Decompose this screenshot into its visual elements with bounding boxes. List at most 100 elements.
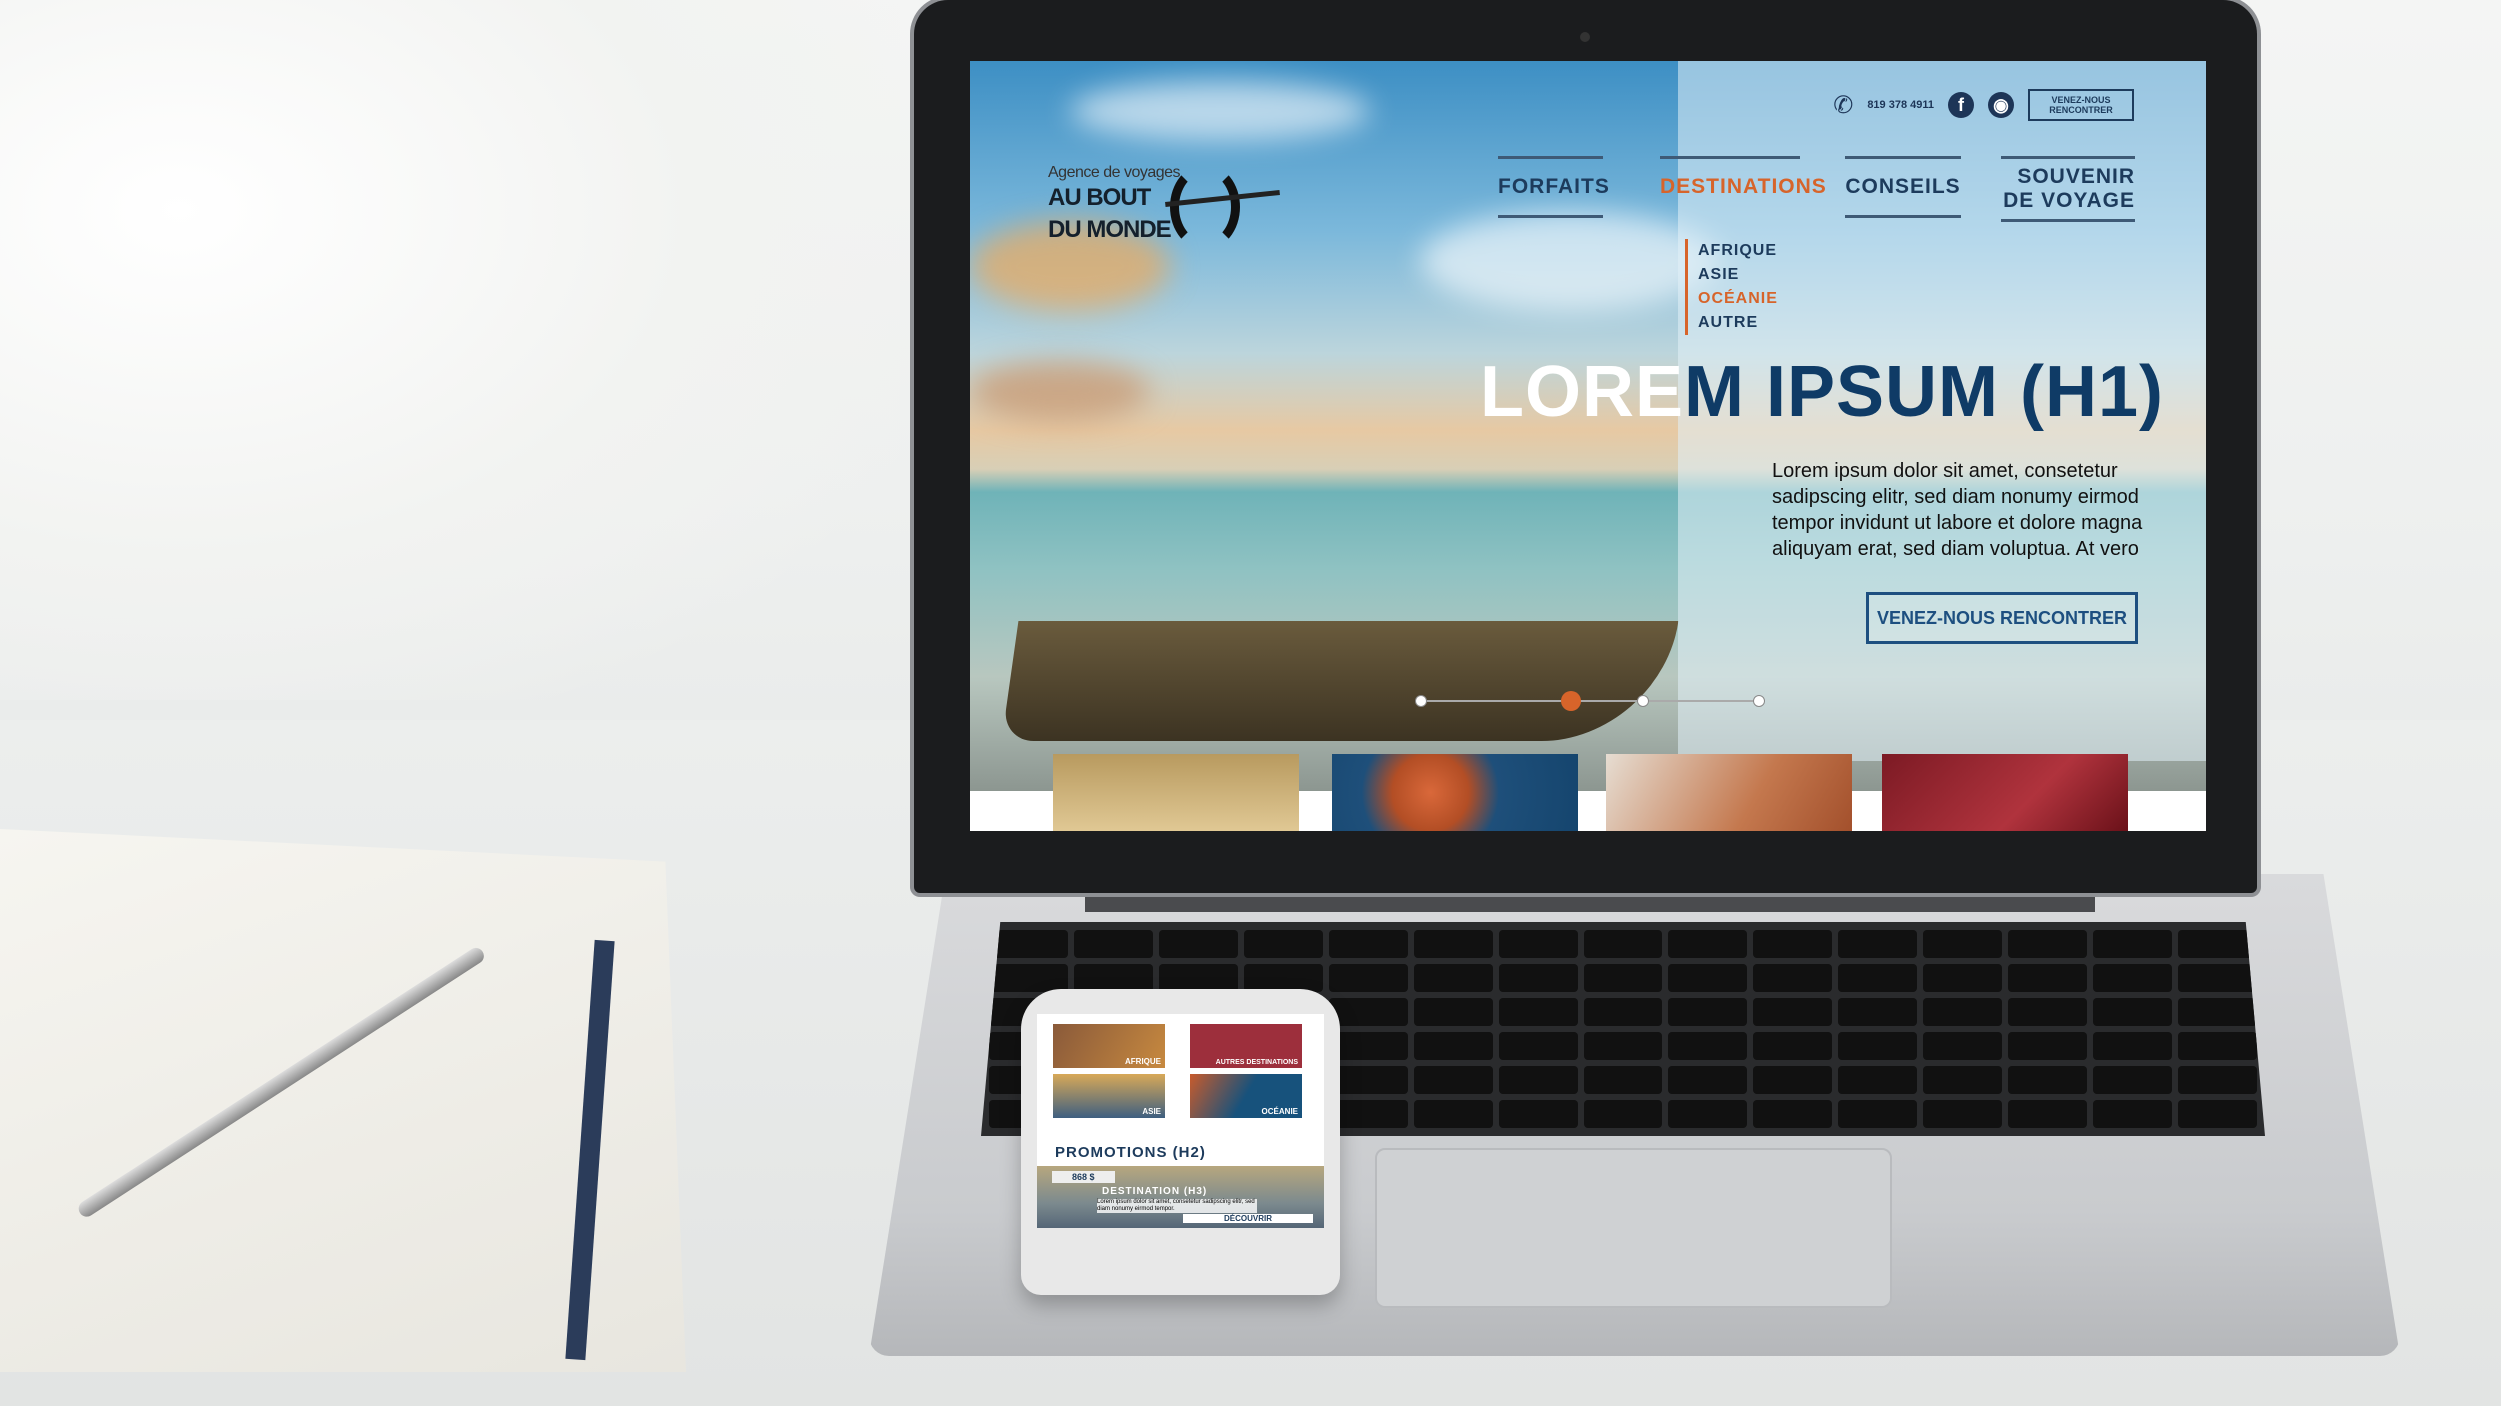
key — [2008, 998, 2088, 1026]
key — [1413, 930, 1493, 958]
dropdown-item-oceanie[interactable]: OCÉANIE — [1698, 287, 1778, 311]
key — [1583, 1100, 1663, 1128]
destinations-dropdown: AFRIQUE ASIE OCÉANIE AUTRE — [1685, 239, 1778, 335]
slider-dot[interactable] — [1637, 695, 1649, 707]
key — [1583, 1066, 1663, 1094]
key — [1668, 1032, 1748, 1060]
key — [1158, 964, 1238, 992]
slider-dot[interactable] — [1415, 695, 1427, 707]
key — [1073, 964, 1153, 992]
key — [2093, 964, 2173, 992]
slider-dot[interactable] — [1753, 695, 1765, 707]
key — [1413, 1032, 1493, 1060]
mobile-tile-oceanie[interactable]: OCÉANIE — [1190, 1074, 1302, 1118]
hero-title-dark: M IPSUM (H1) — [1684, 352, 2165, 432]
dropdown-item-afrique[interactable]: AFRIQUE — [1698, 239, 1778, 263]
key — [2093, 1032, 2173, 1060]
key — [1668, 998, 1748, 1026]
key — [1668, 964, 1748, 992]
key — [2178, 1066, 2257, 1094]
hero-paragraph: Lorem ipsum dolor sit amet, consetetur s… — [1772, 460, 2143, 560]
cloud — [970, 361, 1150, 421]
hero-title-light: LORE — [1480, 352, 1685, 432]
nav-souvenir-de-voyage[interactable]: SOUVENIR DE VOYAGE — [2001, 156, 2135, 222]
promotion-card: 868 $ DESTINATION (H3) Lorem ipsum dolor… — [1037, 1166, 1324, 1228]
key — [1583, 964, 1663, 992]
mobile-tile-afrique[interactable]: AFRIQUE — [1053, 1024, 1165, 1068]
key — [1498, 964, 1578, 992]
phone-number[interactable]: 819 378 4911 — [1867, 99, 1934, 111]
key — [1668, 930, 1748, 958]
key — [1243, 964, 1323, 992]
key — [1498, 1032, 1578, 1060]
boat-image — [1001, 621, 1679, 741]
key — [1498, 930, 1578, 958]
thumbnail-afrique[interactable] — [1606, 754, 1852, 831]
key — [2178, 964, 2257, 992]
key — [1838, 930, 1918, 958]
mobile-screen: AFRIQUE AUTRES DESTINATIONS ASIE OCÉANIE… — [1037, 1014, 1324, 1228]
nav-forfaits[interactable]: FORFAITS — [1498, 156, 1609, 218]
key — [1838, 1066, 1918, 1094]
key — [2178, 998, 2257, 1026]
discover-button[interactable]: DÉCOUVRIR — [1183, 1214, 1313, 1223]
key — [1243, 930, 1323, 958]
key — [1413, 964, 1493, 992]
promotions-heading: PROMOTIONS (H2) — [1055, 1144, 1206, 1161]
cloud — [1070, 81, 1370, 141]
key — [1328, 1100, 1408, 1128]
camera — [1580, 32, 1590, 42]
key — [2178, 1100, 2257, 1128]
thumbnail-autre[interactable] — [1882, 754, 2128, 831]
key — [1583, 930, 1663, 958]
logo-name-line2: DU MONDE — [1048, 216, 1172, 243]
meet-us-top-button[interactable]: VENEZ-NOUS RENCONTRER — [2028, 89, 2134, 121]
key — [1328, 1066, 1408, 1094]
key — [1583, 998, 1663, 1026]
key — [1838, 1032, 1918, 1060]
key — [1328, 998, 1408, 1026]
facebook-icon[interactable]: f — [1948, 92, 1974, 118]
key — [1158, 930, 1238, 958]
key — [2093, 1066, 2173, 1094]
key — [1923, 1100, 2003, 1128]
key — [2178, 930, 2257, 958]
thumbnail-asie[interactable] — [1053, 754, 1299, 831]
key — [1753, 1066, 1833, 1094]
key — [1838, 1100, 1918, 1128]
phone-icon[interactable]: ✆ — [1833, 91, 1853, 120]
key — [989, 964, 1068, 992]
key — [2008, 964, 2088, 992]
mobile-tile-autres[interactable]: AUTRES DESTINATIONS — [1190, 1024, 1302, 1068]
key — [2008, 1032, 2088, 1060]
slider-track — [1421, 700, 1759, 702]
key — [2093, 998, 2173, 1026]
promo-text: Lorem ipsum dolor sit amet, consetetur s… — [1097, 1199, 1257, 1213]
key — [1328, 1032, 1408, 1060]
key — [2008, 1100, 2088, 1128]
globe-logo-icon — [1170, 164, 1240, 250]
key — [1328, 930, 1408, 958]
logo[interactable]: Agence de voyages AU BOUT DU MONDE — [1048, 164, 1181, 246]
slider-dot-active[interactable] — [1561, 691, 1581, 711]
nav-conseils[interactable]: CONSEILS — [1845, 156, 1961, 218]
top-bar: ✆ 819 378 4911 f ◉ VENEZ-NOUS RENCONTRER — [1833, 89, 2134, 121]
hero-title: LOREM IPSUM (H1) — [1480, 351, 2164, 433]
meet-us-button[interactable]: VENEZ-NOUS RENCONTRER — [1866, 592, 2138, 644]
key — [2093, 1100, 2173, 1128]
logo-name-line1: AU BOUT — [1048, 184, 1151, 211]
key — [1668, 1066, 1748, 1094]
key — [1413, 1066, 1493, 1094]
nav-destinations[interactable]: DESTINATIONS — [1660, 156, 1826, 199]
thumbnail-oceanie[interactable] — [1332, 754, 1578, 831]
dropdown-item-autre[interactable]: AUTRE — [1698, 311, 1778, 335]
key — [1923, 964, 2003, 992]
key — [1838, 998, 1918, 1026]
dropdown-item-asie[interactable]: ASIE — [1698, 263, 1778, 287]
cloud — [1420, 211, 1720, 311]
key — [2093, 930, 2173, 958]
tripadvisor-icon[interactable]: ◉ — [1988, 92, 2014, 118]
key — [2008, 1066, 2088, 1094]
mobile-tile-asie[interactable]: ASIE — [1053, 1074, 1165, 1118]
key — [1753, 1032, 1833, 1060]
